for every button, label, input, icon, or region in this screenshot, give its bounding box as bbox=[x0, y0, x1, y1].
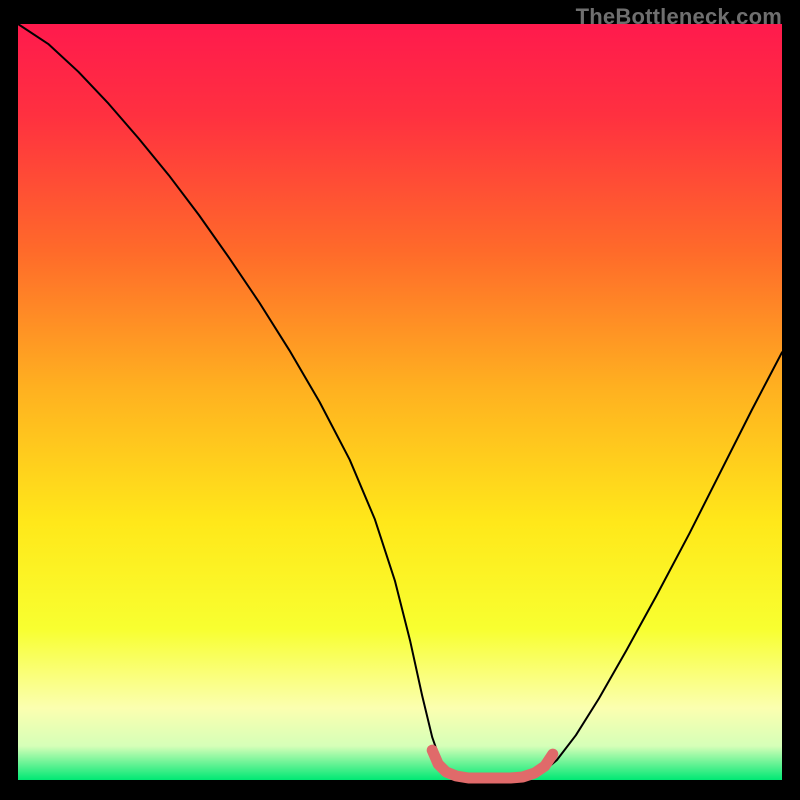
chart-frame: { "watermark": "TheBottleneck.com", "cha… bbox=[0, 0, 800, 800]
watermark-text: TheBottleneck.com bbox=[576, 4, 782, 30]
bottleneck-chart bbox=[0, 0, 800, 800]
gradient-background bbox=[18, 24, 782, 780]
